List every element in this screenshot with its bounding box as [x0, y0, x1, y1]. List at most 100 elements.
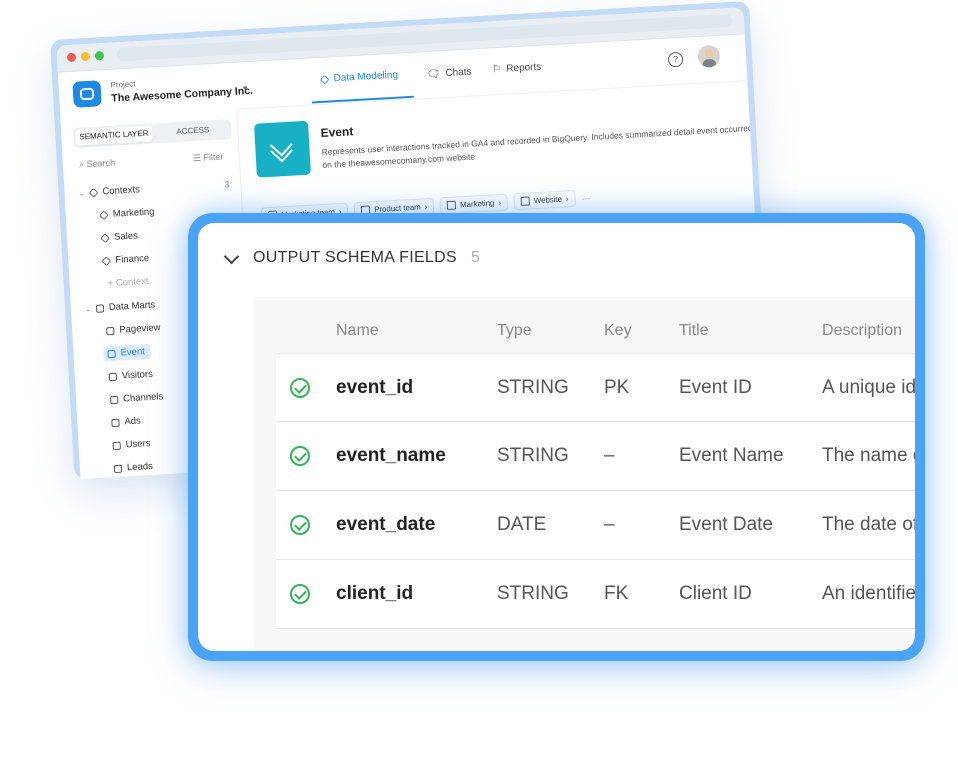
app-logo-icon[interactable]: [72, 80, 102, 108]
cube-icon: [88, 187, 99, 198]
field-type: STRING: [497, 377, 569, 398]
tree-item-ads[interactable]: Ads: [111, 416, 141, 429]
field-name: event_date: [336, 514, 436, 535]
field-description: An identifie: [822, 583, 915, 604]
add-context-button[interactable]: + Context: [107, 276, 148, 289]
tree-item-sales[interactable]: Sales: [100, 230, 138, 243]
field-description: A unique id: [822, 377, 915, 398]
field-key: –: [604, 514, 615, 535]
data-mart-icon: [111, 418, 120, 427]
search-input[interactable]: ⌕ Search: [79, 158, 116, 171]
search-placeholder: Search: [86, 157, 116, 170]
cube-icon: [99, 209, 109, 220]
cube-icon: [101, 255, 112, 266]
layer-toggle: SEMANTIC LAYER ACCESS: [72, 119, 232, 148]
tab-label: Reports: [505, 61, 542, 75]
chevron-right-icon: ›: [565, 194, 569, 204]
tree-item-label: Visitors: [121, 368, 154, 382]
data-mart-icon: [95, 303, 105, 313]
chevron-right-icon: ›: [498, 198, 502, 208]
tree-item-marketing[interactable]: Marketing: [99, 206, 155, 220]
chevron-down-icon[interactable]: ⌄: [85, 305, 91, 313]
tab-data-modeling[interactable]: Data Modeling: [319, 70, 398, 85]
schema-section-header[interactable]: OUTPUT SCHEMA FIELDS 5: [222, 248, 480, 267]
chevron-down-icon[interactable]: ⌄: [78, 189, 84, 197]
tab-chats[interactable]: 🗨 Chats: [426, 66, 472, 81]
data-mart-icon: [108, 372, 118, 381]
field-title: Client ID: [679, 583, 752, 604]
avatar[interactable]: [697, 44, 721, 68]
segment-semantic-layer[interactable]: SEMANTIC LAYER: [75, 125, 153, 146]
field-title: Event Date: [679, 514, 773, 535]
tab-reports[interactable]: ⚐ Reports: [492, 62, 542, 76]
tree-item-label: Marketing: [112, 206, 155, 220]
tree-item-channels[interactable]: Channels: [109, 391, 164, 405]
project-label: Project: [110, 79, 136, 90]
filter-icon: ☰: [192, 152, 202, 164]
data-mart-icon: [112, 441, 121, 450]
field-key: FK: [604, 583, 629, 604]
schema-section-title: OUTPUT SCHEMA FIELDS: [253, 249, 457, 266]
chip-marketing[interactable]: Marketing ›: [439, 193, 509, 215]
column-header-title[interactable]: Title: [679, 322, 709, 340]
chevron-down-icon[interactable]: ▾: [243, 83, 248, 94]
tree-item-label: Leads: [126, 460, 154, 474]
cube-icon: [446, 200, 457, 211]
tree-item-event[interactable]: Event: [103, 343, 152, 362]
help-icon[interactable]: ?: [667, 51, 684, 68]
tree-item-finance[interactable]: Finance: [101, 253, 149, 267]
field-title: Event Name: [679, 445, 784, 466]
field-name: event_id: [336, 377, 414, 398]
maximize-window-dot[interactable]: [94, 51, 105, 61]
tree-item-leads[interactable]: Leads: [113, 460, 154, 474]
field-description: The name o: [822, 445, 915, 466]
field-name: client_id: [336, 583, 414, 604]
check-circle-icon: [290, 515, 310, 535]
tab-label: Chats: [445, 66, 472, 79]
field-type: STRING: [497, 445, 569, 466]
tree-item-label: Channels: [122, 391, 164, 405]
table-row[interactable]: event_id STRING PK Event ID A unique id: [276, 353, 915, 422]
segment-access[interactable]: ACCESS: [154, 119, 232, 143]
field-key: PK: [604, 377, 630, 398]
chip-label: Website: [533, 194, 563, 206]
tree-group-label: Contexts: [102, 184, 141, 198]
tree-item-visitors[interactable]: Visitors: [108, 368, 154, 382]
data-mart-icon: [113, 464, 123, 473]
cube-icon: [319, 74, 330, 85]
data-mart-icon: [109, 395, 119, 404]
report-icon: ⚐: [492, 63, 502, 76]
chip-website[interactable]: Website ›: [513, 189, 576, 211]
tree-item-users[interactable]: Users: [112, 438, 151, 451]
column-header-name[interactable]: Name: [336, 322, 379, 340]
table-row[interactable]: client_id STRING FK Client ID An identif…: [276, 559, 915, 629]
close-window-dot[interactable]: [66, 52, 77, 63]
cube-icon: [520, 196, 531, 206]
chip-label: Marketing: [459, 198, 495, 210]
check-circle-icon: [290, 378, 310, 398]
filter-button[interactable]: ☰ Filter: [193, 152, 224, 165]
table-row[interactable]: event_date DATE – Event Date The date of: [276, 490, 915, 559]
tree-item-label: Pageview: [118, 322, 161, 336]
more-icon[interactable]: ···: [581, 193, 591, 203]
field-name: event_name: [336, 445, 446, 466]
field-title: Event ID: [679, 377, 752, 398]
column-header-type[interactable]: Type: [497, 322, 532, 340]
field-description: The date of: [822, 514, 915, 535]
filter-label: Filter: [203, 151, 224, 163]
tree-group-contexts[interactable]: ⌄ Contexts: [78, 184, 140, 198]
layers-icon: [253, 120, 311, 178]
column-header-key[interactable]: Key: [604, 322, 632, 340]
cube-icon: [100, 232, 110, 243]
chevron-down-icon[interactable]: [223, 248, 240, 264]
tree-item-pageview[interactable]: Pageview: [106, 322, 161, 336]
entity-description: Represents user interactions tracked in …: [321, 122, 753, 170]
data-mart-icon: [106, 326, 115, 335]
table-row[interactable]: event_name STRING – Event Name The name …: [276, 421, 915, 490]
tree-group-data-marts[interactable]: ⌄ Data Marts: [85, 300, 156, 315]
check-circle-icon: [290, 584, 310, 604]
minimize-window-dot[interactable]: [80, 51, 91, 62]
column-header-description[interactable]: Description: [822, 322, 902, 340]
tree-item-label: Ads: [124, 415, 142, 428]
schema-card: OUTPUT SCHEMA FIELDS 5 Name Type Key Tit…: [198, 223, 915, 651]
